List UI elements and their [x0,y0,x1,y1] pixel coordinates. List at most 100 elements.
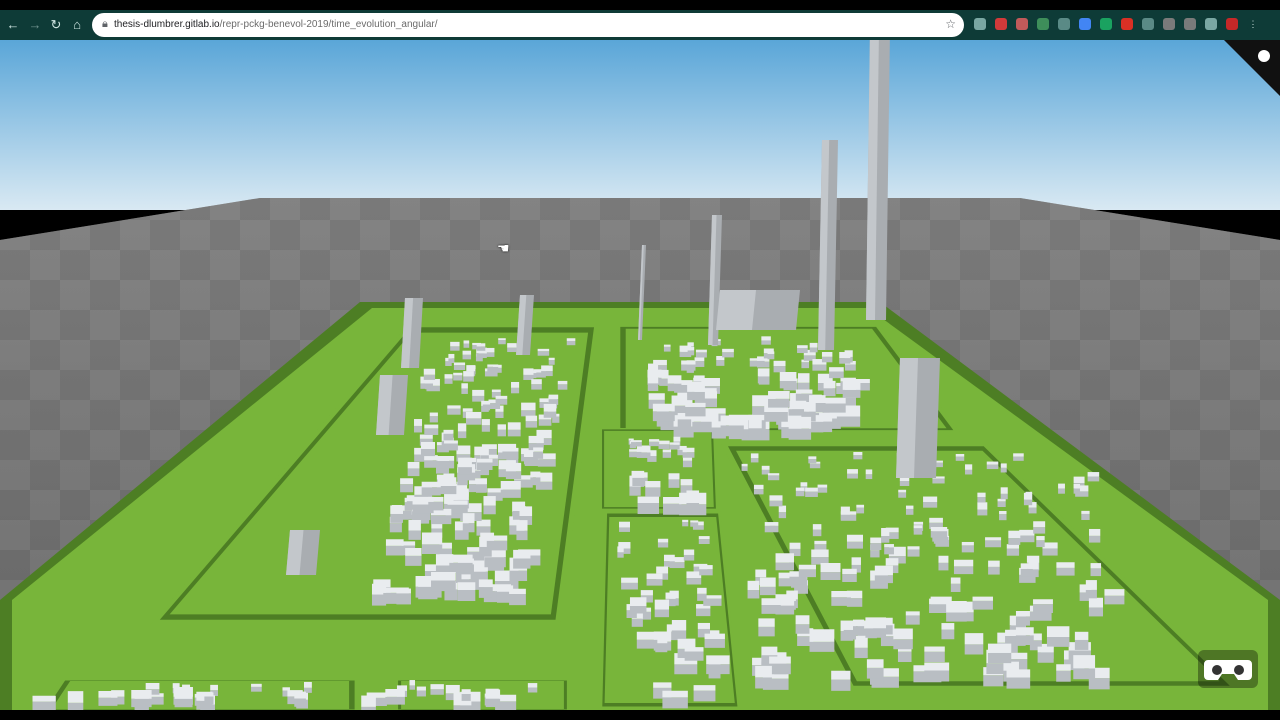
building [842,389,861,398]
ext-shield-icon[interactable] [1184,18,1196,30]
building-top [809,342,818,348]
bookmark-star-icon[interactable]: ☆ [945,17,956,31]
building-top [789,542,801,549]
building-top [98,691,118,698]
building-top [636,631,658,640]
building [447,408,461,415]
building-top [698,536,710,540]
building-top [985,537,1002,541]
building [808,459,817,464]
building-top [390,505,403,514]
building-top [443,429,454,434]
building [416,690,426,697]
building-top [687,381,705,392]
building-top [462,513,475,524]
building-top [646,573,663,580]
building-top [881,527,890,536]
building-top [775,553,794,563]
building-top [405,547,422,556]
building-top [476,458,493,463]
building [617,552,624,558]
building-top [430,684,444,690]
building-top [761,465,770,470]
menu-icon[interactable]: ⋮ [1247,18,1259,30]
building [468,484,487,493]
building-top [485,689,501,699]
ext-puzzle-icon[interactable] [1058,18,1070,30]
building [385,696,405,705]
building [684,651,704,661]
building-top [444,440,458,444]
building [424,428,439,435]
building-top [804,402,816,412]
building-top [839,352,851,359]
url-text: thesis-dlumbrer.gitlab.io/repr-pckg-bene… [114,19,438,30]
building-top [669,442,680,445]
building-top [668,473,680,480]
building [1033,527,1046,534]
building-top [621,577,638,583]
reload-icon[interactable]: ↻ [49,18,63,32]
ext-pin-icon[interactable] [1016,18,1028,30]
building [521,410,536,417]
corner-logo-icon[interactable] [1224,40,1280,96]
building-top [541,365,553,372]
home-icon[interactable]: ⌂ [70,18,84,32]
ext-dropper-icon[interactable] [1037,18,1049,30]
building [525,421,538,428]
3d-scene[interactable] [0,40,1280,710]
building-top [797,373,810,383]
building-top [1033,599,1053,605]
building-top [977,492,986,498]
building-top [487,364,499,367]
building [537,459,556,467]
building-top [761,598,781,606]
building [972,600,993,610]
building [893,639,913,650]
ext-avatar-icon[interactable] [1226,18,1238,30]
building-top [652,403,675,412]
ext-red-icon[interactable] [995,18,1007,30]
ext-arrow-icon[interactable] [1142,18,1154,30]
ext-gmail-icon[interactable] [1121,18,1133,30]
city-visualization-canvas[interactable]: ☚ [0,40,1280,710]
address-bar[interactable]: 🔒︎ thesis-dlumbrer.gitlab.io/repr-pckg-b… [92,13,964,37]
building [1088,607,1104,617]
building [997,501,1006,508]
building-top [145,683,160,690]
ext-circle-icon[interactable] [1079,18,1091,30]
building [174,698,193,708]
back-icon[interactable]: ← [6,18,20,32]
building-top [924,662,950,671]
building-top [851,557,861,565]
building-top [1036,536,1045,541]
building-top [748,415,762,429]
building-top [509,588,526,595]
enter-vr-button[interactable] [1196,644,1260,694]
building-top [955,453,965,457]
forward-icon[interactable]: → [28,18,42,32]
building [682,522,689,527]
building-top [1074,631,1089,640]
building-top [768,391,790,399]
building-top [131,690,152,699]
building [817,487,828,493]
building [428,501,444,511]
building [749,360,765,367]
ext-green-icon[interactable] [1100,18,1112,30]
building-top [543,403,557,412]
building [663,346,671,352]
ext-chat-icon[interactable] [974,18,986,30]
building-top [769,495,783,501]
ext-v-icon[interactable] [1205,18,1217,30]
building [941,629,955,640]
ext-w-icon[interactable] [1163,18,1175,30]
building-top [722,348,734,353]
building [1019,535,1035,543]
building-top [502,447,519,452]
building [662,697,688,709]
building-top [953,559,974,567]
building [649,441,660,447]
building-top [923,496,938,503]
url-host: thesis-dlumbrer.gitlab.io [114,19,220,30]
